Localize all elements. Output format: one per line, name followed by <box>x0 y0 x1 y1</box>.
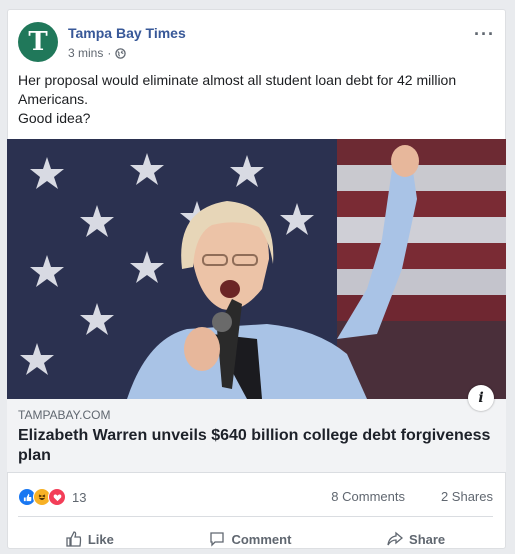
page-avatar[interactable]: T <box>18 22 58 62</box>
reactions-summary[interactable]: 13 <box>18 488 86 506</box>
info-icon[interactable]: i <box>468 385 494 411</box>
share-arrow-icon <box>387 531 404 546</box>
globe-icon[interactable] <box>115 47 127 59</box>
post-card: T Tampa Bay Times 3 mins · ··· Her propo… <box>7 9 506 549</box>
meta-separator: · <box>107 46 112 60</box>
more-options-button[interactable]: ··· <box>474 24 495 45</box>
thumbs-up-icon <box>66 531 81 547</box>
article-photo[interactable] <box>7 139 506 399</box>
post-header: T Tampa Bay Times 3 mins · ··· <box>18 22 495 64</box>
post-stats: 13 8 Comments 2 Shares <box>18 488 493 508</box>
like-button[interactable]: Like <box>66 524 114 554</box>
share-button[interactable]: Share <box>387 524 445 554</box>
reaction-count: 13 <box>72 489 87 505</box>
comments-count-link[interactable]: 8 Comments <box>331 489 405 504</box>
comment-icon <box>210 532 225 547</box>
post-text: Her proposal would eliminate almost all … <box>18 71 493 128</box>
post-meta: 3 mins · <box>68 46 127 60</box>
post-text-line-1: Her proposal would eliminate almost all … <box>18 72 457 107</box>
timestamp-link[interactable]: 3 mins <box>68 46 103 60</box>
post-actions: Like Comment Share <box>18 524 493 554</box>
link-domain: TAMPABAY.COM <box>18 408 111 422</box>
article-photo-image <box>7 139 506 399</box>
link-preview[interactable]: i TAMPABAY.COM Elizabeth Warren unveils … <box>7 385 506 473</box>
shares-count-link[interactable]: 2 Shares <box>441 489 493 504</box>
link-headline[interactable]: Elizabeth Warren unveils $640 billion co… <box>18 426 494 466</box>
page-name-link[interactable]: Tampa Bay Times <box>68 25 186 41</box>
comment-button[interactable]: Comment <box>209 524 291 554</box>
actions-divider <box>18 516 493 517</box>
love-reaction-icon <box>48 488 66 506</box>
post-text-line-2: Good idea? <box>18 110 91 126</box>
avatar-letter: T <box>28 27 48 57</box>
